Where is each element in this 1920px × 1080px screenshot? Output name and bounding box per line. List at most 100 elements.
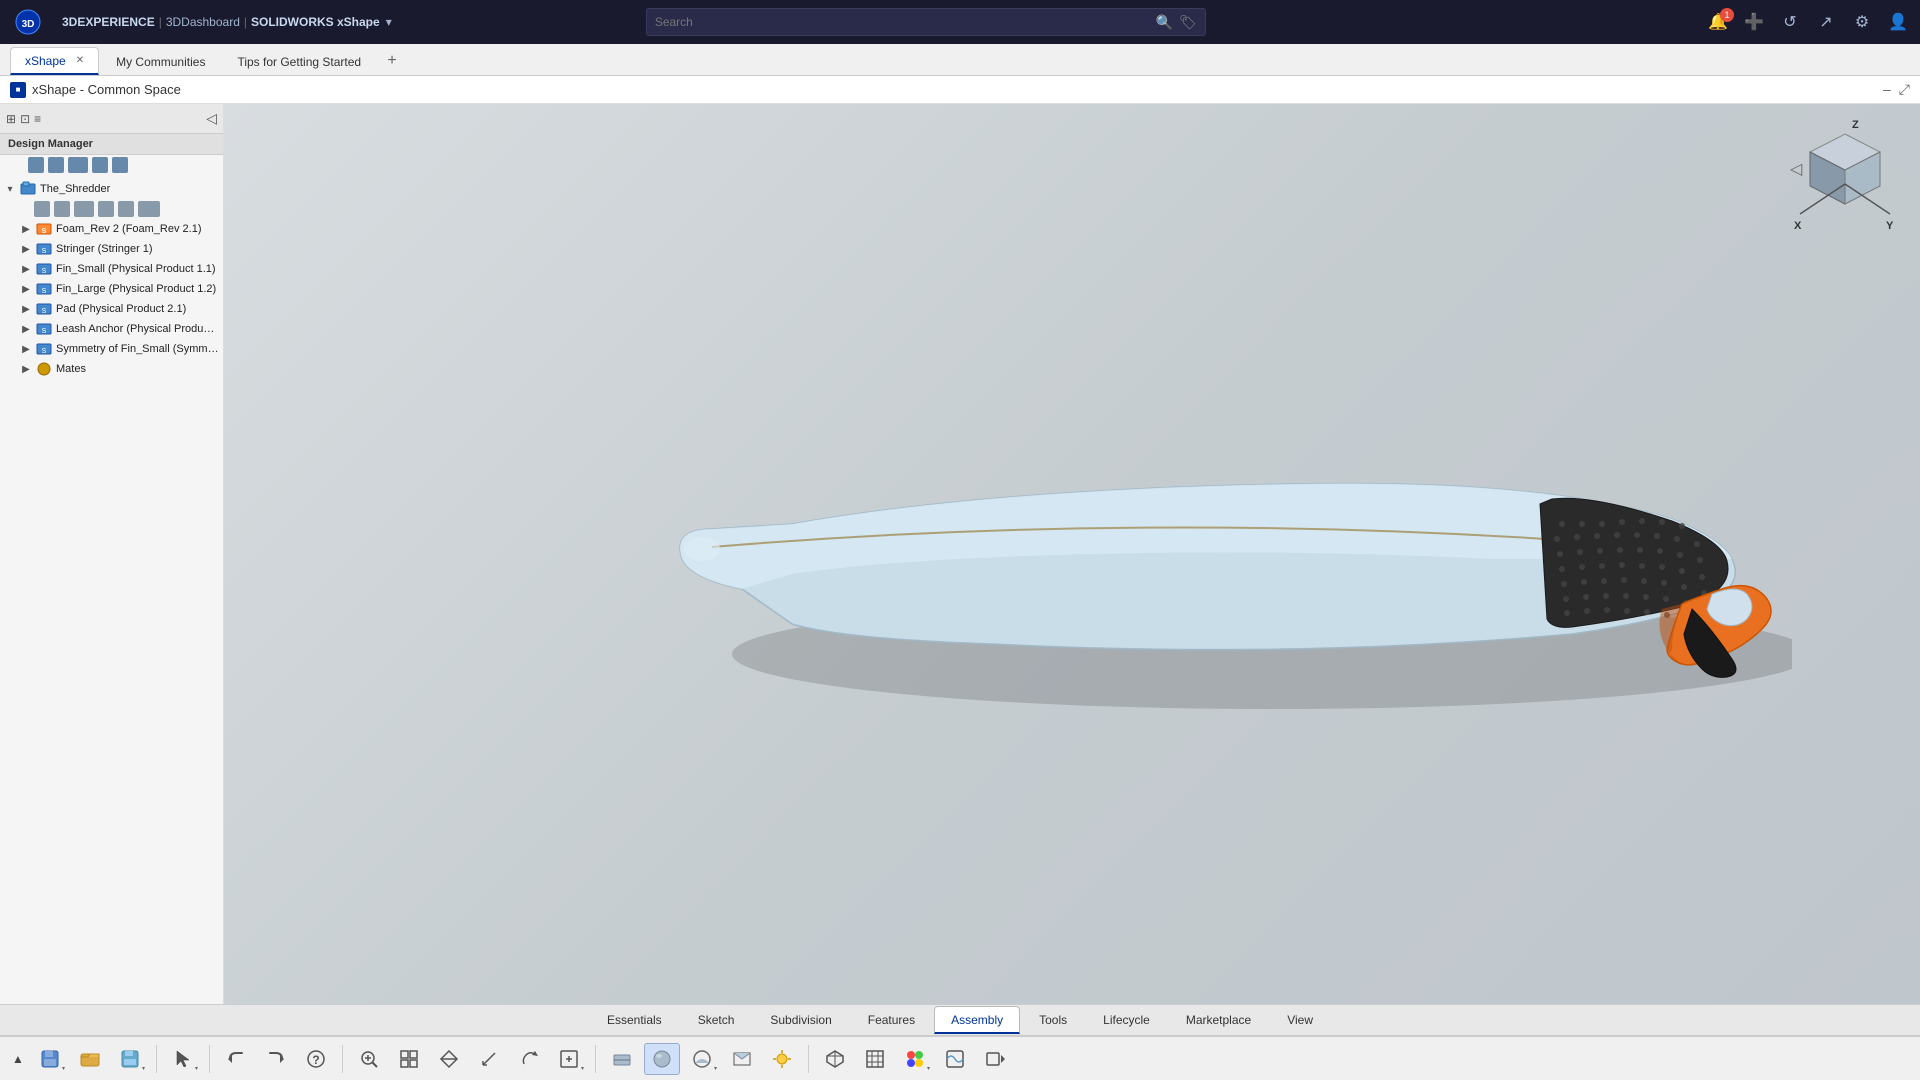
panel-icon-3[interactable]: ≡ xyxy=(34,112,41,126)
tree-icon-settings[interactable] xyxy=(118,201,134,217)
toolbar-select[interactable]: ▾ xyxy=(165,1043,201,1075)
tree-item-symmetry[interactable]: ▶ S Symmetry of Fin_Small (Symme... xyxy=(0,339,223,359)
tree-item-foam-label: Foam_Rev 2 (Foam_Rev 2.1) xyxy=(56,223,219,235)
toolbar-box[interactable] xyxy=(817,1043,853,1075)
panel-icon-2[interactable]: ⊡ xyxy=(20,112,30,126)
user-icon[interactable]: 👤 xyxy=(1886,12,1910,32)
tree-item-mates[interactable]: ▶ Mates xyxy=(0,359,223,379)
settings-icon[interactable]: ⚙ xyxy=(1850,12,1874,32)
toolbar-help[interactable]: ? xyxy=(298,1043,334,1075)
tree-item-fin-large-icon: S xyxy=(36,281,52,297)
workspace-icon xyxy=(10,82,26,98)
panel-tool-1[interactable] xyxy=(28,157,44,173)
minimize-button[interactable]: – xyxy=(1883,81,1891,98)
restore-button[interactable]: ⤢ xyxy=(1899,81,1910,98)
tree-icon-hide[interactable] xyxy=(54,201,70,217)
toolbar-ambiance2[interactable] xyxy=(937,1043,973,1075)
app-title: 3DEXPERIENCE | 3DDashboard | SOLIDWORKS … xyxy=(62,15,392,29)
tree-root-item[interactable]: ▾ The_Shredder xyxy=(0,179,223,199)
toolbar-rotate[interactable] xyxy=(511,1043,547,1075)
panel-tool-5[interactable] xyxy=(112,157,128,173)
toolbar-redo[interactable] xyxy=(258,1043,294,1075)
panel-tool-3[interactable] xyxy=(68,157,88,173)
tab-tools[interactable]: Tools xyxy=(1022,1006,1084,1034)
notifications-bell[interactable]: 🔔 1 xyxy=(1706,12,1730,32)
panel-toolbar xyxy=(0,155,223,175)
toolbar-record[interactable] xyxy=(977,1043,1013,1075)
viewport[interactable]: Z X Y ◁ xyxy=(224,104,1920,1004)
toolbar-up-arrow[interactable]: ▲ xyxy=(8,1043,28,1075)
tree-item-fin-large[interactable]: ▶ S Fin_Large (Physical Product 1.2) xyxy=(0,279,223,299)
separator-3 xyxy=(342,1045,343,1073)
tab-xshape[interactable]: xShape ✕ xyxy=(10,47,99,75)
tab-essentials[interactable]: Essentials xyxy=(590,1006,679,1034)
tree-item-pad-icon: S xyxy=(36,301,52,317)
svg-text:3D: 3D xyxy=(22,19,35,30)
tree-item-foam[interactable]: ▶ S Foam_Rev 2 (Foam_Rev 2.1) xyxy=(0,219,223,239)
tree-item-leash[interactable]: ▶ S Leash Anchor (Physical Product... xyxy=(0,319,223,339)
toolbar-shaded[interactable] xyxy=(644,1043,680,1075)
tree-item-stringer-icon: S xyxy=(36,241,52,257)
toolbar-shaded-edges[interactable]: ▾ xyxy=(684,1043,720,1075)
toolbar-save-as[interactable]: ▾ xyxy=(112,1043,148,1075)
tab-sketch-label: Sketch xyxy=(698,1013,735,1027)
tab-mycommunities-label: My Communities xyxy=(116,55,205,69)
tab-subdivision[interactable]: Subdivision xyxy=(753,1006,848,1034)
tab-assembly[interactable]: Assembly xyxy=(934,1006,1020,1034)
toolbar-appearance[interactable]: ▾ xyxy=(897,1043,933,1075)
tree-item-mates-icon xyxy=(36,361,52,377)
tab-tips[interactable]: Tips for Getting Started xyxy=(222,47,376,75)
toolbar-zoom[interactable] xyxy=(351,1043,387,1075)
panel-tool-4[interactable] xyxy=(92,157,108,173)
tree-item-pad[interactable]: ▶ S Pad (Physical Product 2.1) xyxy=(0,299,223,319)
toolbar-undo[interactable] xyxy=(218,1043,254,1075)
share-icon[interactable]: ↗ xyxy=(1814,12,1838,32)
toolbar-fit-all[interactable]: ▾ xyxy=(551,1043,587,1075)
tab-lifecycle[interactable]: Lifecycle xyxy=(1086,1006,1167,1034)
toolbar-open[interactable] xyxy=(72,1043,108,1075)
tree-item-fin-large-label: Fin_Large (Physical Product 1.2) xyxy=(56,283,219,295)
panel-collapse-button[interactable]: ◁ xyxy=(206,110,217,127)
tree-icon-lock[interactable] xyxy=(98,201,114,217)
tree-item-stringer[interactable]: ▶ S Stringer (Stringer 1) xyxy=(0,239,223,259)
panel-tool-2[interactable] xyxy=(48,157,64,173)
toolbar-measure[interactable] xyxy=(471,1043,507,1075)
tab-sketch[interactable]: Sketch xyxy=(681,1006,752,1034)
toolbar-section[interactable] xyxy=(724,1043,760,1075)
tree-item-symmetry-label: Symmetry of Fin_Small (Symme... xyxy=(56,343,219,355)
notification-badge: 1 xyxy=(1720,8,1734,22)
tree-item-fin-small-label: Fin_Small (Physical Product 1.1) xyxy=(56,263,219,275)
tab-view[interactable]: View xyxy=(1270,1006,1330,1034)
tree-icon-visibility[interactable] xyxy=(74,201,94,217)
add-icon[interactable]: ➕ xyxy=(1742,12,1766,32)
tree-icon-extra[interactable] xyxy=(138,201,160,217)
separator-1 xyxy=(156,1045,157,1073)
tab-mycommunities[interactable]: My Communities xyxy=(101,47,220,75)
toolbar-grid[interactable] xyxy=(857,1043,893,1075)
app-dropdown-icon[interactable]: ▾ xyxy=(386,15,392,29)
main-content: ⊞ ⊡ ≡ ◁ Design Manager ▾ xyxy=(0,104,1920,1004)
tree-root-label: The_Shredder xyxy=(40,183,219,195)
panel-title: Design Manager xyxy=(0,134,223,155)
tab-features[interactable]: Features xyxy=(851,1006,932,1034)
history-icon[interactable]: ↺ xyxy=(1778,12,1802,32)
tree-icon-view[interactable] xyxy=(34,201,50,217)
panel-icon-1[interactable]: ⊞ xyxy=(6,112,16,126)
search-input[interactable] xyxy=(655,15,1150,29)
tag-icon[interactable]: 🏷 xyxy=(1179,14,1197,31)
tree-item-pad-label: Pad (Physical Product 2.1) xyxy=(56,303,219,315)
svg-text:Z: Z xyxy=(1852,119,1859,131)
toolbar-standard-views[interactable] xyxy=(391,1043,427,1075)
tree-item-fin-small[interactable]: ▶ S Fin_Small (Physical Product 1.1) xyxy=(0,259,223,279)
separator: | xyxy=(159,15,162,29)
search-icon[interactable]: 🔍 xyxy=(1156,14,1173,31)
toolbar-shaded-wireframe[interactable] xyxy=(604,1043,640,1075)
tab-add-button[interactable]: + xyxy=(378,47,406,75)
workspace-title: xShape - Common Space xyxy=(32,82,181,97)
tab-xshape-close[interactable]: ✕ xyxy=(76,55,84,66)
toolbar-section-view[interactable] xyxy=(431,1043,467,1075)
svg-text:S: S xyxy=(42,228,47,235)
tab-marketplace[interactable]: Marketplace xyxy=(1169,1006,1268,1034)
toolbar-ambient[interactable] xyxy=(764,1043,800,1075)
toolbar-save[interactable]: ▾ xyxy=(32,1043,68,1075)
